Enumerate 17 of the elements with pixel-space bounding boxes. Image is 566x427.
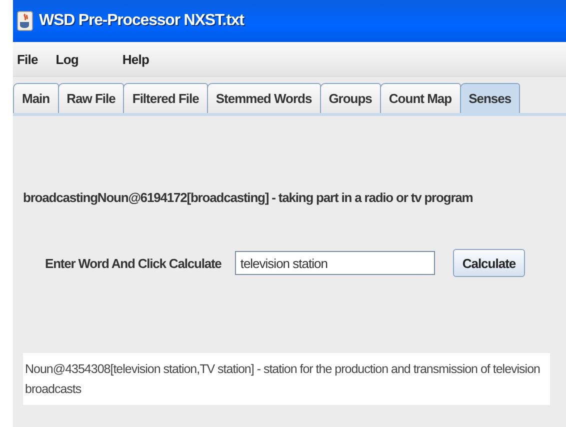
tab[interactable]: Count Map (380, 83, 461, 113)
tab[interactable]: Main (13, 83, 59, 113)
java-cup-icon (17, 11, 33, 31)
calculate-button[interactable]: Calculate (453, 249, 525, 277)
word-field[interactable]: television station (235, 251, 436, 275)
result-text: Noun@4354308[television station,TV station] - station for the production and transmission of television broadcasts (23, 353, 550, 405)
tab[interactable]: Stemmed Words (206, 83, 321, 113)
menu-item[interactable]: Help (118, 44, 153, 74)
word-label: Enter Word And Click Calculate (45, 256, 222, 270)
menu-item[interactable]: Log (52, 44, 118, 74)
window-title: WSD Pre-Processor NXST.txt (39, 12, 244, 30)
sense-text: broadcastingNoun@6194172[broadcasting] - taking part in a radio or tv program (23, 190, 474, 205)
menu-item[interactable]: File (13, 44, 52, 74)
tab[interactable]: Groups (320, 83, 381, 113)
tab[interactable]: Raw File (58, 83, 124, 113)
tab[interactable]: Senses (460, 83, 520, 113)
tab[interactable]: Filtered File (123, 83, 208, 113)
